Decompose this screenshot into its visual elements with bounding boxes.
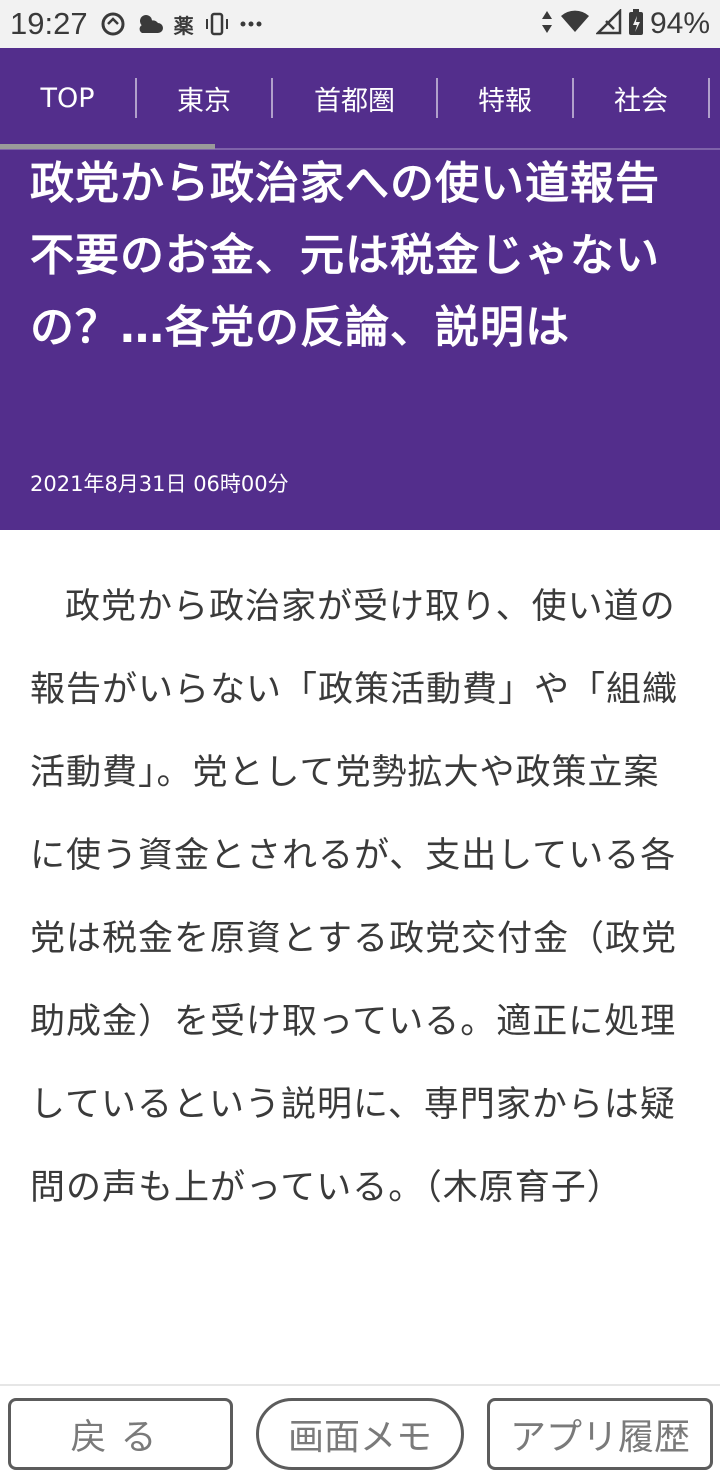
status-time: 19:27 [10,6,88,41]
weather-icon [136,11,164,37]
data-arrows-icon [540,9,554,39]
more-icon [240,19,262,29]
tab-label: 特報 [478,85,532,117]
notification-icons: 薬 [100,10,262,39]
sync-icon [100,11,126,37]
article-date: 2021年8月31日 06時00分 [30,472,289,496]
tab-label: 社会 [614,85,668,117]
article-body: 政党から政治家が受け取り、使い道の報告がいらない「政策活動費」や「組織活動費」。… [30,587,679,1208]
screen-memo-button[interactable]: 画面メモ [256,1398,464,1470]
tab-tokyo[interactable]: 東京 [137,48,271,148]
battery-percent: 94% [649,7,710,40]
phone-vibrate-icon [204,11,230,37]
tab-shakai[interactable]: 社会 [574,48,708,148]
article-header: TOP 東京 首都圏 特報 社会 政党から政治家への使い道報告不要のお金、元は税… [0,48,720,530]
tab-label: 首都圏 [314,85,395,117]
category-nav: TOP 東京 首都圏 特報 社会 [0,48,720,148]
tab-shutoken[interactable]: 首都圏 [273,48,436,148]
tab-label: TOP [40,82,95,114]
wifi-icon [560,10,590,38]
status-bar: 19:27 薬 94% [0,0,720,48]
tab-tokuho[interactable]: 特報 [438,48,572,148]
pharmacy-icon: 薬 [173,13,194,38]
article-headline: 政党から政治家への使い道報告不要のお金、元は税金じゃないの？…各党の反論、説明は [30,158,660,353]
system-status: 94% [540,7,710,41]
back-button[interactable]: 戻る [8,1398,233,1470]
nav-divider [708,78,710,118]
bottom-toolbar: 戻る 画面メモ アプリ履歴 [0,1384,720,1480]
signal-icon [594,7,622,39]
tab-top[interactable]: TOP [0,48,135,148]
app-history-button[interactable]: アプリ履歴 [487,1398,713,1470]
battery-icon [628,8,644,40]
tab-label: 東京 [177,85,231,117]
